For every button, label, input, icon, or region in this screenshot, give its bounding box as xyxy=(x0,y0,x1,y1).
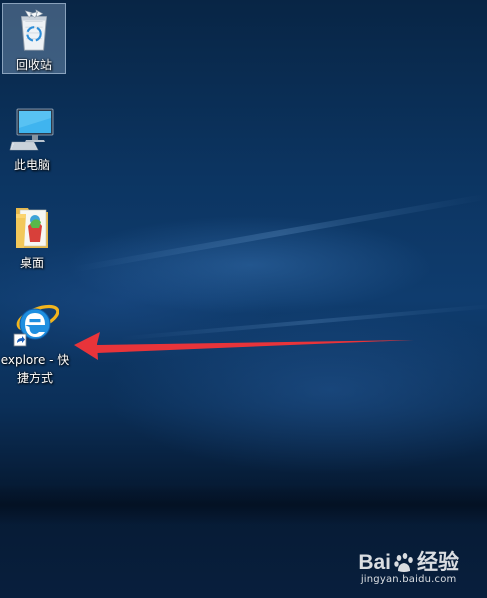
internet-explorer-shortcut[interactable]: explore - 快 捷方式 xyxy=(0,296,70,387)
computer-icon xyxy=(9,108,54,151)
baidu-jingyan-watermark: Bai 经验 jingyan.baidu.com xyxy=(358,552,459,586)
this-pc-label: 此电脑 xyxy=(13,158,50,172)
folder-icon xyxy=(16,208,48,248)
desktop-background[interactable]: 回收站 此电脑 桌面 explore - 快 捷方式 Bai 经验 jingya… xyxy=(0,0,487,598)
recycle-bin-shortcut[interactable]: 回收站 xyxy=(2,3,66,74)
wallpaper-shadow-band xyxy=(0,485,487,525)
desktop-folder-label: 桌面 xyxy=(19,256,44,270)
internet-explorer-icon xyxy=(13,304,59,347)
this-pc-shortcut[interactable]: 此电脑 xyxy=(0,102,64,173)
baidu-paw-icon xyxy=(394,553,413,572)
watermark-brand-left: Bai xyxy=(358,551,391,574)
wallpaper-light-beam xyxy=(120,303,487,341)
watermark-url: jingyan.baidu.com xyxy=(360,574,457,585)
watermark-brand-right: 经验 xyxy=(417,551,459,574)
internet-explorer-label-line2: 捷方式 xyxy=(16,371,53,385)
watermark-brand: Bai 经验 xyxy=(358,552,459,574)
wallpaper-light-beam xyxy=(72,193,487,273)
desktop-folder-shortcut[interactable]: 桌面 xyxy=(0,200,64,271)
recycle-bin-icon xyxy=(21,9,47,51)
recycle-bin-label: 回收站 xyxy=(15,58,52,72)
internet-explorer-label-line1: explore - 快 xyxy=(0,353,70,367)
